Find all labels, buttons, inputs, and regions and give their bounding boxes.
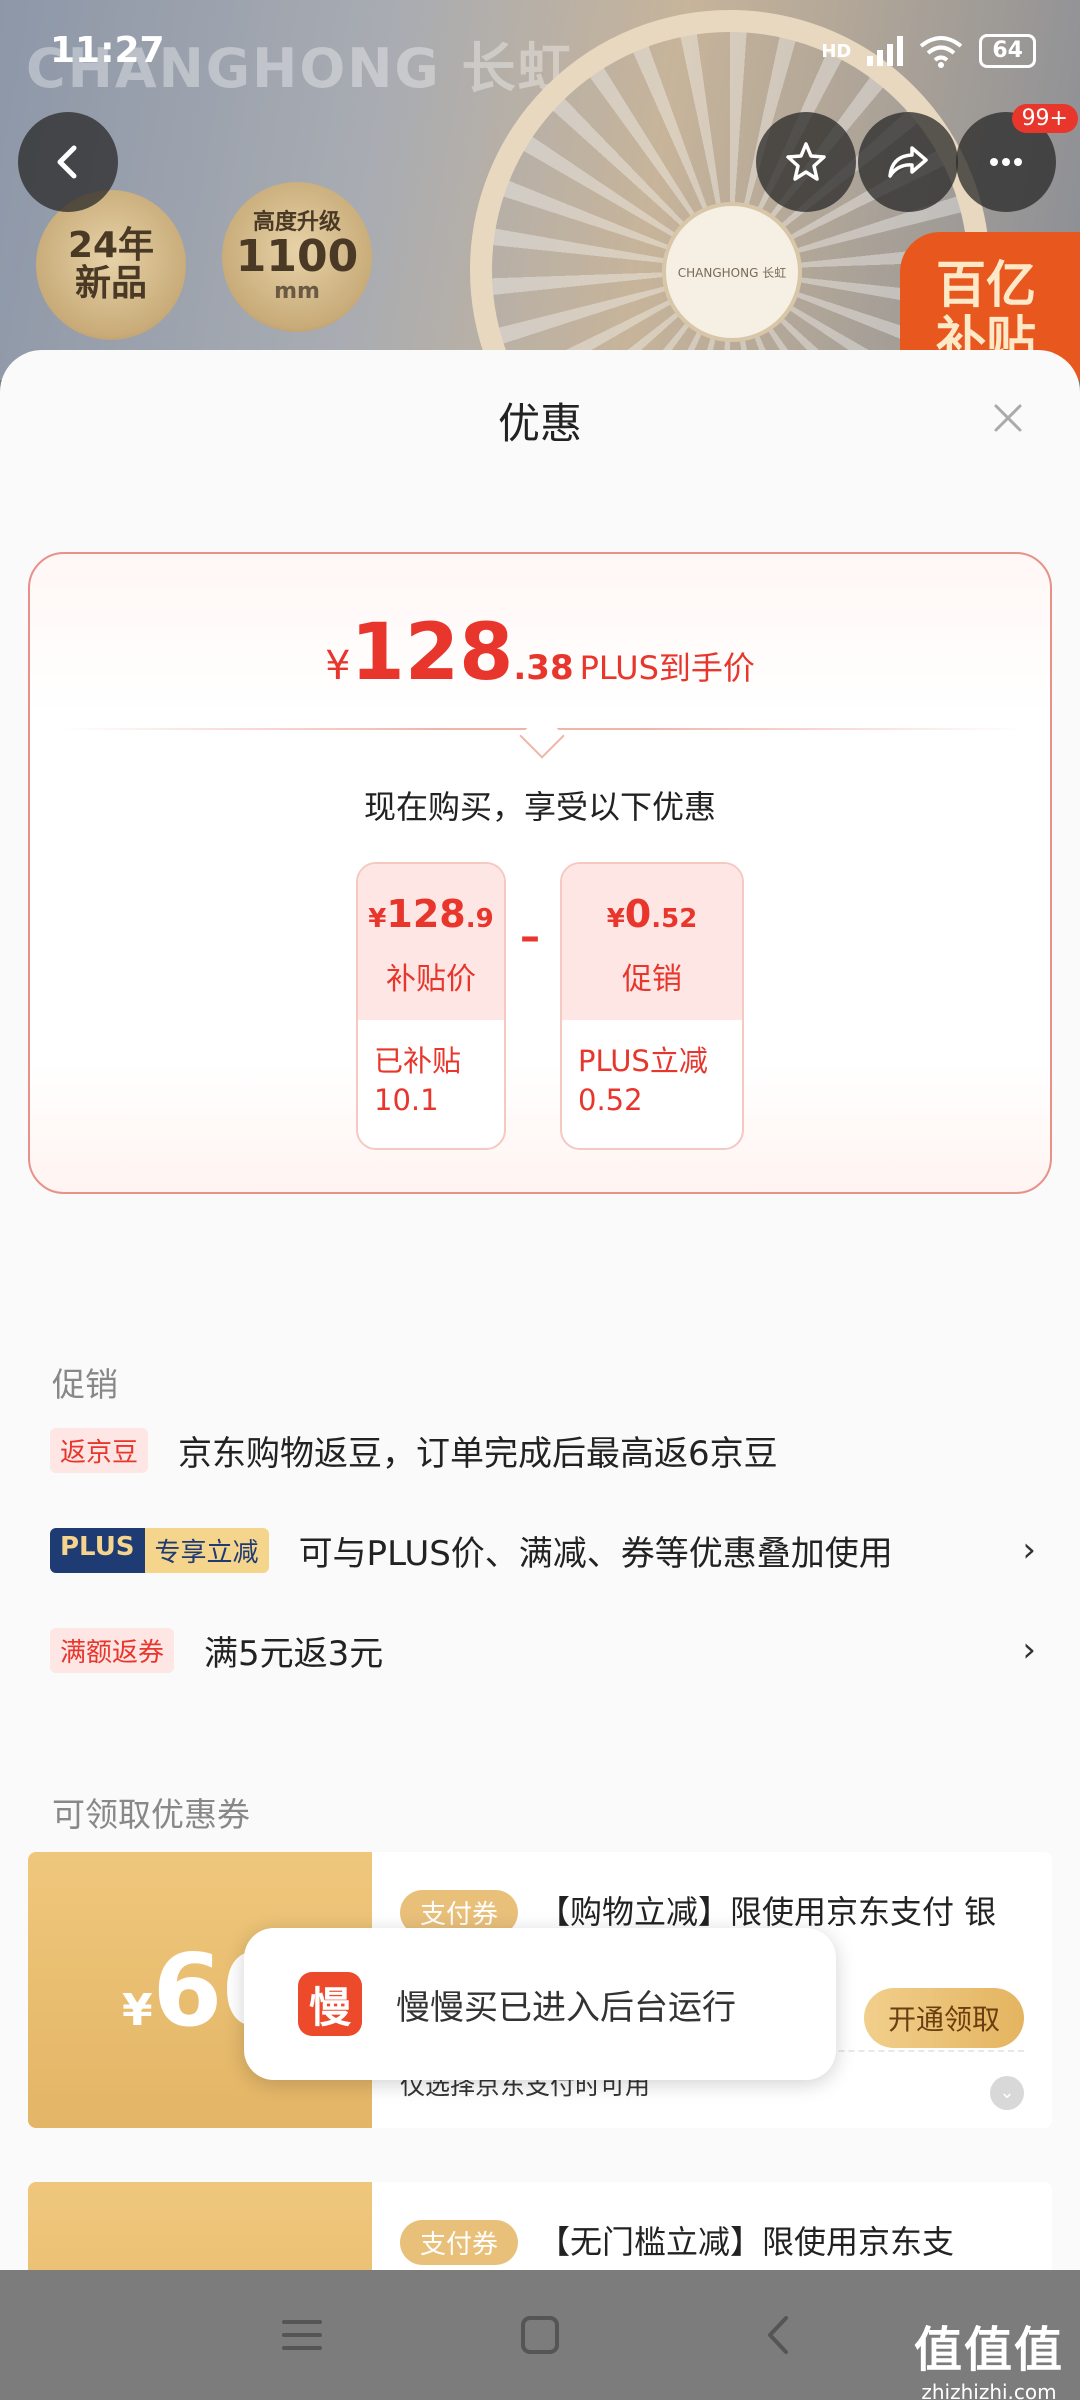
home-icon[interactable] — [510, 2308, 570, 2362]
menu-icon[interactable] — [272, 2308, 332, 2362]
favorite-button[interactable] — [756, 112, 856, 212]
coupons-title: 可领取优惠券 — [52, 1795, 250, 1834]
promo-row-jingdou: 返京豆 京东购物返豆，订单完成后最高返6京豆 — [50, 1420, 1040, 1480]
promo-text: 可与PLUS价、满减、券等优惠叠加使用 — [298, 1533, 893, 1574]
claim-coupon-button[interactable]: 开通领取 — [863, 1988, 1024, 2048]
toast-message: 慢慢买已进入后台运行 — [396, 1987, 736, 2028]
wifi-icon — [920, 36, 963, 68]
share-icon — [888, 146, 928, 178]
promo-row-plus[interactable]: PLUS 专享立减 可与PLUS价、满减、券等优惠叠加使用 › — [50, 1520, 1040, 1580]
close-icon[interactable] — [988, 398, 1028, 438]
divider-notch — [519, 713, 565, 759]
final-price: ¥128.38 PLUS到手价 — [325, 608, 755, 698]
site-watermark: 值值值 zhizhizhi.com — [913, 2322, 1064, 2400]
sheet-title: 优惠 — [497, 399, 582, 448]
fan-hub-logo: CHANGHONG 长虹 — [662, 202, 802, 342]
expand-icon[interactable]: ⌄ — [990, 2076, 1024, 2110]
app-logo-icon: 慢 — [298, 1972, 362, 2036]
status-bar: 11:27 HD 64 — [0, 0, 1080, 100]
chevron-right-icon: › — [1022, 1530, 1036, 1570]
promo-text: 满5元返3元 — [204, 1633, 384, 1674]
star-icon — [786, 142, 826, 181]
new-product-medal: 24年 新品 — [36, 190, 186, 340]
status-time: 11:27 — [50, 30, 165, 71]
minus-operator: – — [520, 914, 540, 960]
hd-indicator: HD — [821, 40, 852, 62]
subsidy-price-box: ¥128.9 补贴价 已补贴 10.1 — [356, 862, 506, 1150]
notification-badge: 99+ — [1011, 104, 1078, 133]
promo-tag: 返京豆 — [50, 1427, 149, 1473]
signal-icon — [867, 36, 904, 66]
back-nav-icon[interactable] — [748, 2308, 808, 2362]
background-toast: 慢 慢慢买已进入后台运行 — [244, 1928, 836, 2080]
coupon-description: 【无门槛立减】限使用京东支 — [538, 2223, 955, 2261]
coupon-type-tag: 支付券 — [400, 2220, 519, 2265]
chevron-right-icon: › — [1022, 1630, 1036, 1670]
promo-tag: 满额返券 — [50, 1627, 175, 1673]
back-button[interactable] — [18, 112, 118, 212]
promo-text: 京东购物返豆，订单完成后最高返6京豆 — [178, 1433, 778, 1474]
promo-row-coupon-return[interactable]: 满额返券 满5元返3元 › — [50, 1620, 1040, 1680]
promotion-box: ¥0.52 促销 PLUS立减 0.52 — [560, 862, 744, 1150]
plus-tag: PLUS 专享立减 — [50, 1527, 269, 1573]
more-icon — [990, 158, 1022, 166]
price-card: ¥128.38 PLUS到手价 现在购买，享受以下优惠 ¥128.9 补贴价 已补… — [28, 552, 1052, 1194]
share-button[interactable] — [858, 112, 958, 212]
promotions-title: 促销 — [52, 1365, 118, 1404]
chevron-left-icon — [57, 145, 77, 179]
price-card-subtitle: 现在购买，享受以下优惠 — [363, 788, 716, 826]
more-button[interactable]: 99+ — [956, 104, 1078, 212]
battery-icon: 64 — [979, 34, 1036, 68]
height-medal: 高度升级 1100 mm — [222, 182, 372, 332]
